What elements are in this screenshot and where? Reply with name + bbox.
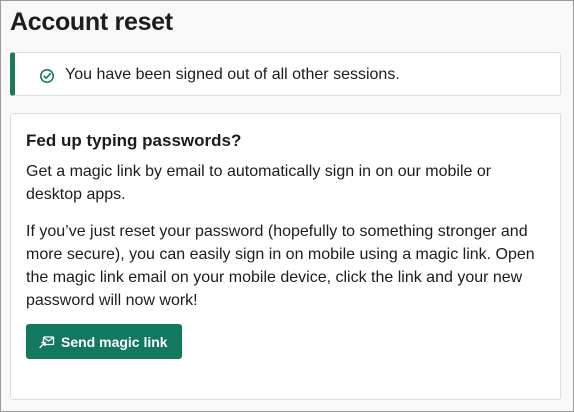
page-title: Account reset (10, 8, 173, 36)
send-magic-link-button[interactable]: Send magic link (26, 324, 182, 359)
magic-link-card: Fed up typing passwords? Get a magic lin… (10, 113, 561, 400)
alert-message: You have been signed out of all other se… (65, 66, 400, 83)
check-circle-icon (40, 69, 54, 83)
card-description: Get a magic link by email to automatical… (26, 163, 492, 203)
page-frame: Account reset You have been signed out o… (0, 0, 574, 412)
send-magic-link-label: Send magic link (61, 333, 168, 350)
success-alert: You have been signed out of all other se… (10, 52, 561, 96)
card-title: Fed up typing passwords? (26, 131, 242, 150)
card-instructions: If you’ve just reset your password (hope… (26, 223, 535, 309)
magic-link-icon (39, 335, 55, 348)
